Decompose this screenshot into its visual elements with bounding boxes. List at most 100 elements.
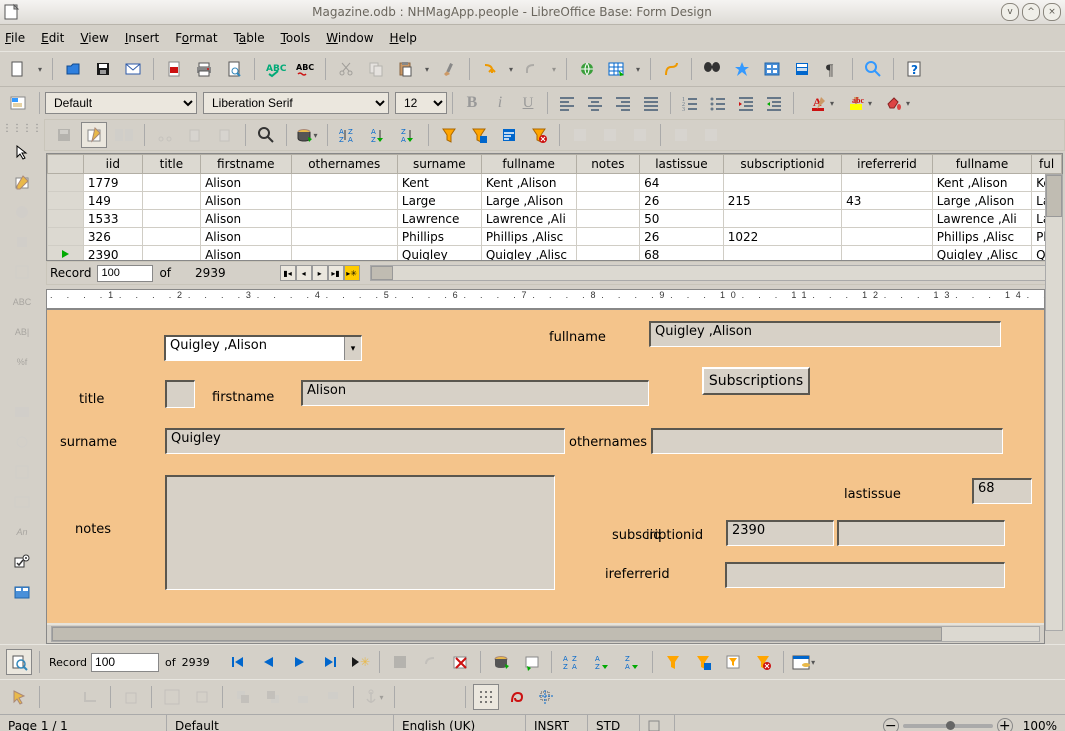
nav-removefilter-button[interactable] bbox=[750, 649, 776, 675]
decrease-indent-button[interactable] bbox=[733, 90, 759, 116]
combo-tool[interactable] bbox=[10, 490, 34, 514]
nav-undo-button[interactable] bbox=[417, 649, 443, 675]
nav-refresh-button[interactable] bbox=[488, 649, 514, 675]
form-hscroll[interactable] bbox=[51, 626, 1040, 642]
horizontal-ruler[interactable]: . . . .1. . . .2. . . .3. . . .4. . . .5… bbox=[46, 289, 1045, 309]
nav-last-button[interactable] bbox=[316, 649, 342, 675]
nav-formfilter-button[interactable] bbox=[720, 649, 746, 675]
zoom-button[interactable] bbox=[860, 56, 886, 82]
grid-hscroll[interactable] bbox=[370, 265, 1058, 281]
font-name-select[interactable]: Liberation Serif bbox=[203, 92, 389, 114]
edit-data-button[interactable] bbox=[81, 122, 107, 148]
table-row[interactable]: 1533AlisonLawrenceLawrence ,Ali50Lawrenc… bbox=[48, 210, 1062, 228]
fullname-field[interactable]: Quigley ,Alison bbox=[649, 321, 1001, 347]
save-record-button[interactable] bbox=[51, 122, 77, 148]
to-front-button[interactable] bbox=[290, 684, 316, 710]
gallery-button[interactable] bbox=[759, 56, 785, 82]
anchor-change-button[interactable]: ▾ bbox=[361, 684, 387, 710]
nav-prev-button[interactable] bbox=[256, 649, 282, 675]
table-button[interactable] bbox=[604, 56, 643, 82]
group-button[interactable] bbox=[402, 684, 428, 710]
undo-button[interactable] bbox=[477, 56, 516, 82]
grid-next-button[interactable]: ▸ bbox=[312, 265, 328, 281]
checkbox-tool[interactable] bbox=[10, 260, 34, 284]
print-button[interactable] bbox=[191, 56, 217, 82]
anchor-button2[interactable] bbox=[77, 684, 103, 710]
close-button[interactable]: × bbox=[1043, 3, 1061, 21]
list-tool[interactable] bbox=[10, 460, 34, 484]
bg-color-button[interactable] bbox=[876, 90, 912, 116]
paragraph-style-select[interactable]: Default bbox=[45, 92, 197, 114]
format-paintbrush-button[interactable] bbox=[436, 56, 462, 82]
remove-filter-button[interactable] bbox=[526, 122, 552, 148]
bold-button[interactable]: B bbox=[459, 90, 485, 116]
find-record-btn2[interactable] bbox=[6, 649, 32, 675]
sort-asc-button[interactable]: AZ bbox=[365, 122, 391, 148]
menu-file[interactable]: File bbox=[5, 31, 25, 45]
copy-button[interactable] bbox=[363, 56, 389, 82]
increase-indent-button[interactable] bbox=[761, 90, 787, 116]
nav-sort-desc-button[interactable]: ZA bbox=[619, 649, 645, 675]
table-row[interactable]: 1779AlisonKentKent ,Alison64Kent ,Alison… bbox=[48, 174, 1062, 192]
grid-record-pos[interactable] bbox=[97, 265, 153, 282]
table-row[interactable]: 326AlisonPhillipsPhillips ,Alisc261022Ph… bbox=[48, 228, 1062, 246]
filter-sort-button[interactable] bbox=[496, 122, 522, 148]
align-center-button[interactable] bbox=[582, 90, 608, 116]
align-hl-button[interactable] bbox=[159, 684, 185, 710]
zoom-out-button[interactable]: − bbox=[883, 718, 899, 731]
design-pointer-tool[interactable] bbox=[6, 684, 32, 710]
nav-refresh-ctrl-button[interactable] bbox=[518, 649, 544, 675]
cut-data[interactable] bbox=[152, 122, 178, 148]
sort-desc-button[interactable]: ZA bbox=[395, 122, 421, 148]
lastissue-field[interactable]: 68 bbox=[972, 478, 1032, 504]
label-tool[interactable]: An bbox=[10, 520, 34, 544]
font-size-select[interactable]: 12 bbox=[395, 92, 447, 114]
zoom-in-button[interactable]: + bbox=[997, 718, 1013, 731]
table-row[interactable]: 2390AlisonQuigleyQuigley ,Alisc68Quigley… bbox=[48, 246, 1062, 261]
snap-grid-button[interactable] bbox=[503, 684, 529, 710]
autospell-button[interactable]: ABC bbox=[292, 56, 318, 82]
paste-data[interactable] bbox=[212, 122, 238, 148]
iid-field[interactable]: 2390 bbox=[726, 520, 834, 546]
current-doc-button[interactable] bbox=[668, 122, 694, 148]
status-style[interactable]: Default bbox=[166, 715, 393, 731]
status-std[interactable]: STD bbox=[587, 715, 639, 731]
nav-applyfilter-button[interactable] bbox=[690, 649, 716, 675]
preview-button[interactable] bbox=[221, 56, 247, 82]
styles-button[interactable] bbox=[6, 90, 32, 116]
formatted-tool[interactable]: AB| bbox=[10, 320, 34, 344]
ungroup-button[interactable] bbox=[432, 684, 458, 710]
minimize-button[interactable]: v bbox=[1001, 3, 1019, 21]
status-lang[interactable]: English (UK) bbox=[393, 715, 525, 731]
menu-help[interactable]: Help bbox=[390, 31, 417, 45]
new-doc-button[interactable] bbox=[6, 56, 45, 82]
cut-button[interactable] bbox=[333, 56, 359, 82]
nav-next-button[interactable] bbox=[286, 649, 312, 675]
textbox-tool[interactable]: ABC bbox=[10, 290, 34, 314]
nav-autofilter-button[interactable] bbox=[660, 649, 686, 675]
control-button[interactable] bbox=[10, 200, 34, 224]
grid-prev-button[interactable]: ◂ bbox=[296, 265, 312, 281]
option-button-tool[interactable] bbox=[10, 430, 34, 454]
design-mode-button[interactable] bbox=[10, 170, 34, 194]
nav-datasource-button[interactable]: ▾ bbox=[791, 649, 817, 675]
align-left-button[interactable] bbox=[554, 90, 580, 116]
table-row[interactable]: 149AlisonLargeLarge ,Alison2621543Large … bbox=[48, 192, 1062, 210]
underline-button[interactable]: U bbox=[515, 90, 541, 116]
hyperlink-button[interactable] bbox=[574, 56, 600, 82]
menu-view[interactable]: View bbox=[80, 31, 108, 45]
form-vscroll[interactable] bbox=[1045, 174, 1063, 631]
save-button[interactable] bbox=[90, 56, 116, 82]
copy-data[interactable] bbox=[182, 122, 208, 148]
grid-new-button[interactable]: ▸✳ bbox=[344, 265, 360, 281]
form-canvas[interactable]: Quigley ,Alison▾ fullname Quigley ,Aliso… bbox=[47, 310, 1044, 623]
send-back-button[interactable] bbox=[260, 684, 286, 710]
paste-button[interactable] bbox=[393, 56, 432, 82]
data-to-text-button[interactable] bbox=[567, 122, 593, 148]
menu-window[interactable]: Window bbox=[326, 31, 373, 45]
ireferrerid-field[interactable] bbox=[725, 562, 1005, 588]
spellcheck-button[interactable]: ABC bbox=[262, 56, 288, 82]
grid-header-row[interactable]: iidtitlefirstnameothernamessurnamefullna… bbox=[48, 155, 1062, 174]
bring-front-button[interactable] bbox=[230, 684, 256, 710]
nav-first-button[interactable] bbox=[226, 649, 252, 675]
